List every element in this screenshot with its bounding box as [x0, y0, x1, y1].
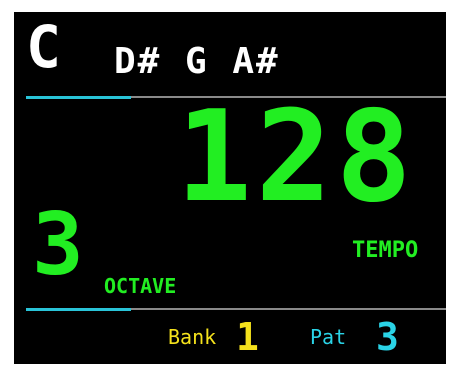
tempo-value: 128: [176, 83, 416, 230]
chord-notes: D# G A#: [114, 41, 280, 82]
tempo-label: TEMPO: [352, 238, 419, 263]
divider-top-accent: [26, 96, 131, 99]
octave-label: OCTAVE: [104, 274, 177, 298]
device-screen: C D# G A# 128 TEMPO 3 OCTAVE Bank 1 Pat …: [14, 12, 446, 364]
octave-value: 3: [32, 195, 84, 295]
chord-root-note: C: [26, 13, 61, 81]
bank-label: Bank: [168, 325, 217, 349]
pattern-label: Pat: [310, 325, 347, 349]
divider-bottom-accent: [26, 308, 131, 311]
bank-value: 1: [236, 315, 259, 359]
divider-bottom: [26, 308, 446, 311]
pattern-value: 3: [376, 315, 399, 359]
